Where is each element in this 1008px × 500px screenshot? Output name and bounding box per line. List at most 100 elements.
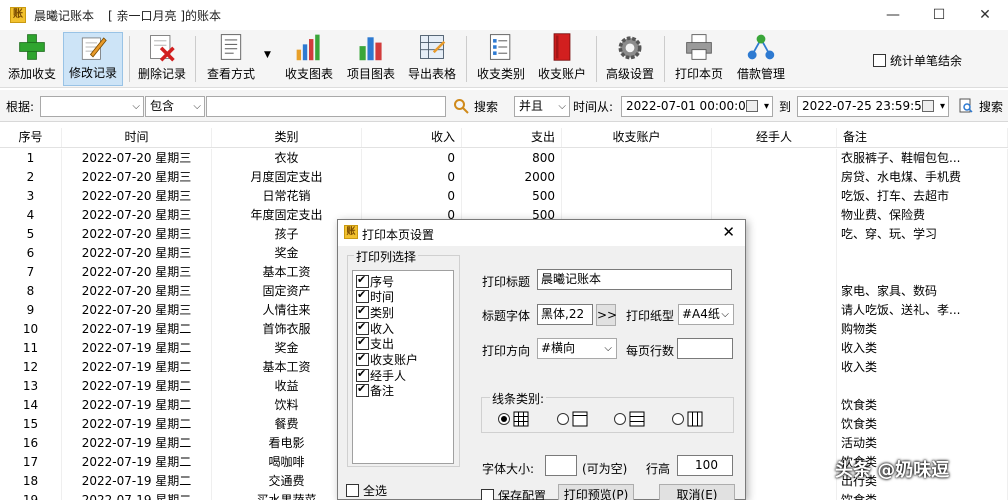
print-direction-select[interactable]: #横向 ⌵ [537, 338, 617, 359]
print-page-button[interactable]: 打印本页 [670, 32, 728, 86]
item-chart-button[interactable]: 项目图表 [342, 32, 400, 86]
time-to-picker[interactable]: 2022-07-25 23:59:59 ▾ [797, 96, 949, 117]
title-font-input[interactable]: 黑体,22 [537, 304, 593, 325]
checkbox-checked-icon[interactable] [356, 351, 369, 366]
header-remark[interactable]: 备注 [837, 128, 1008, 147]
category-list-icon [489, 34, 511, 60]
header-account[interactable]: 收支账户 [562, 128, 712, 147]
cell-remark: 收入类 [837, 339, 1008, 358]
column-checkbox-item[interactable]: 支出 [356, 335, 394, 352]
search-doc-icon[interactable] [958, 98, 974, 114]
time-from-picker[interactable]: 2022-07-01 00:00:00 ▾ [621, 96, 773, 117]
checkbox-checked-icon[interactable] [356, 382, 369, 398]
cancel-button[interactable]: 取消(E) [659, 484, 735, 500]
cell-index: 17 [0, 453, 62, 472]
cell-account [562, 168, 712, 187]
print-title-input[interactable]: 晨曦记账本 [537, 269, 732, 290]
3d-chart-icon [359, 37, 382, 61]
checkbox-checked-icon[interactable] [356, 273, 369, 288]
header-time[interactable]: 时间 [62, 128, 212, 147]
select-all-checkbox[interactable]: 全选 [346, 482, 387, 499]
column-checkbox-item[interactable]: 时间 [356, 288, 394, 305]
header-expense[interactable]: 支出 [462, 128, 562, 147]
paper-select[interactable]: #A4纸 ⌵ [678, 304, 734, 325]
basis-select[interactable]: ⌵ [40, 96, 144, 117]
column-checkbox-item[interactable]: 备注 [356, 382, 394, 399]
cell-index: 9 [0, 301, 62, 320]
cell-remark: 活动类 [837, 434, 1008, 453]
paper-label: 打印纸型 [626, 309, 675, 323]
save-config-box[interactable] [481, 489, 494, 500]
font-picker-button[interactable]: >> [596, 304, 617, 326]
line-type-radio-grid[interactable] [498, 411, 529, 427]
checkbox-checked-icon[interactable] [356, 304, 369, 319]
view-mode-dropdown-arrow[interactable]: ▼ [264, 50, 271, 60]
header-index[interactable]: 序号 [0, 128, 62, 147]
line-type-radio-outline[interactable] [557, 411, 588, 427]
search-keyword-input[interactable] [206, 96, 446, 117]
checkbox-checked-icon[interactable] [356, 320, 369, 335]
view-mode-button[interactable]: 查看方式 [202, 32, 260, 86]
cell-remark: 衣服裤子、鞋帽包包... [837, 149, 1008, 168]
header-category[interactable]: 类别 [212, 128, 362, 147]
income-chart-button[interactable]: 收支图表 [280, 32, 338, 86]
column-checkbox-item[interactable]: 序号 [356, 273, 394, 289]
cell-index: 12 [0, 358, 62, 377]
column-checkbox-item[interactable]: 收入 [356, 320, 394, 336]
add-record-button[interactable]: 添加收支 [4, 32, 60, 86]
edit-record-button[interactable]: 修改记录 [63, 32, 123, 86]
column-checkbox-item[interactable]: 经手人 [356, 367, 406, 383]
logic-select[interactable]: 并且 ⌵ [514, 96, 570, 117]
cell-index: 15 [0, 415, 62, 434]
font-size-input[interactable] [545, 455, 577, 476]
cell-index: 2 [0, 168, 62, 187]
line-type-radio-columns[interactable] [672, 411, 703, 427]
select-all-box[interactable] [346, 484, 359, 497]
checkbox-checked-icon[interactable] [356, 367, 369, 382]
header-handler[interactable]: 经手人 [712, 128, 837, 147]
cell-time: 2022-07-19 星期二 [62, 396, 212, 415]
chevron-down-icon: ⌵ [193, 101, 201, 112]
income-category-button[interactable]: 收支类别 [472, 32, 530, 86]
column-checkbox-item[interactable]: 类别 [356, 304, 394, 320]
delete-record-button[interactable]: 删除记录 [134, 32, 190, 86]
export-table-label: 导出表格 [407, 67, 456, 81]
checkbox-checked-icon[interactable] [356, 288, 369, 304]
toolbar: 添加收支 修改记录 删除记录 查看方式 ▼ 收支图表 项目图表 导出表格 收支类… [0, 30, 1008, 88]
close-button[interactable]: ✕ [962, 0, 1008, 30]
cell-index: 13 [0, 377, 62, 396]
column-checkbox-item[interactable]: 收支账户 [356, 351, 418, 368]
search-icon[interactable] [453, 98, 469, 114]
app-logo-icon: 账 [10, 7, 26, 23]
advanced-settings-button[interactable]: 高级设置 [601, 32, 659, 86]
header-income[interactable]: 收入 [362, 128, 462, 147]
row-height-input[interactable]: 100 [677, 455, 733, 476]
stat-single-balance-checkbox[interactable]: 统计单笔结余 [873, 52, 962, 69]
maximize-button[interactable]: ☐ [916, 0, 962, 30]
export-icon [420, 35, 446, 59]
dialog-logo-icon: 账 [344, 225, 358, 239]
column-checkbox-label: 经手人 [370, 368, 407, 383]
table-row[interactable]: 2 2022-07-20 星期三 月度固定支出 0 2000 房贷、水电煤、手机费 [0, 168, 1008, 187]
cell-time: 2022-07-20 星期三 [62, 206, 212, 225]
loan-management-button[interactable]: 借款管理 [731, 32, 791, 86]
save-config-checkbox[interactable]: 保存配置 [481, 487, 546, 500]
column-checkbox-label: 收入 [370, 321, 395, 336]
print-preview-button[interactable]: 打印预览(P) [558, 484, 634, 500]
dialog-close-icon[interactable]: ✕ [722, 223, 735, 241]
table-row[interactable]: 1 2022-07-20 星期三 衣妆 0 800 衣服裤子、鞋帽包包... [0, 149, 1008, 168]
checkbox-checked-icon[interactable] [356, 335, 369, 351]
minimize-button[interactable]: — [870, 0, 916, 30]
table-row[interactable]: 3 2022-07-20 星期三 日常花销 0 500 吃饭、打车、去超市 [0, 187, 1008, 206]
match-mode-select[interactable]: 包含 ⌵ [145, 96, 205, 117]
search-button-2[interactable]: 搜索 [979, 98, 1003, 115]
search-button[interactable]: 搜索 [474, 98, 498, 115]
print-title-label: 打印标题 [482, 275, 531, 289]
cell-remark: 饮食类 [837, 396, 1008, 415]
calendar-icon [922, 100, 934, 112]
stat-single-checkbox-box[interactable] [873, 54, 886, 67]
export-table-button[interactable]: 导出表格 [403, 32, 461, 86]
income-account-button[interactable]: 收支账户 [533, 32, 591, 86]
rows-per-page-input[interactable] [677, 338, 733, 359]
line-type-radio-rows[interactable] [614, 411, 645, 427]
